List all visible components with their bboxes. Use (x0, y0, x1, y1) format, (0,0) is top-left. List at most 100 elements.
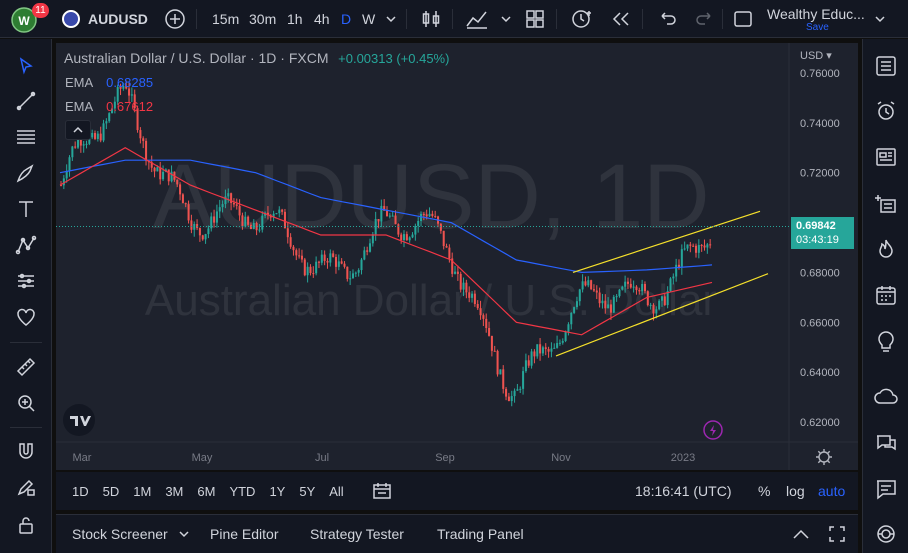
candle-body (227, 193, 230, 197)
candle-body (130, 94, 133, 96)
auto-toggle[interactable]: auto (818, 483, 845, 499)
percent-toggle[interactable]: % (758, 483, 770, 499)
calendar-range-icon[interactable] (372, 481, 392, 501)
gear-icon[interactable] (816, 449, 832, 465)
fire-icon[interactable] (872, 235, 900, 263)
candle-body (309, 266, 312, 274)
candle-body (286, 228, 289, 238)
price-chart[interactable]: AUDUSD, 1D Australian Dollar / U.S. Doll… (56, 43, 858, 470)
candle-body (85, 143, 88, 145)
candle-body (669, 278, 672, 292)
legend-title[interactable]: Australian Dollar / U.S. Dollar · 1D · F… (64, 50, 329, 66)
layout-name[interactable]: Wealthy Educ... (767, 6, 865, 22)
calendar-icon[interactable] (872, 281, 900, 309)
redo-icon[interactable] (694, 0, 716, 38)
range-1m[interactable]: 1M (133, 484, 151, 499)
candle-body (315, 261, 318, 274)
help-icon[interactable] (872, 520, 900, 548)
candle-body (442, 230, 445, 247)
pencil-lock-icon[interactable] (12, 473, 40, 501)
utc-clock[interactable]: 18:16:41 (UTC) (635, 483, 731, 499)
collapse-legend-button[interactable] (65, 120, 91, 140)
tab-strategy-tester[interactable]: Strategy Tester (310, 515, 404, 553)
chevron-down-icon[interactable] (385, 0, 397, 38)
interval-15m[interactable]: 15m (212, 0, 239, 38)
interval-30m[interactable]: 30m (249, 0, 276, 38)
compare-icon[interactable] (164, 0, 186, 38)
ema-legend-2[interactable]: EMA 0.67612 (65, 99, 153, 114)
candle-body (575, 301, 578, 308)
lock-icon[interactable] (12, 511, 40, 539)
range-ytd[interactable]: YTD (229, 484, 255, 499)
trend-line-icon[interactable] (12, 87, 40, 115)
save-label[interactable]: Save (806, 22, 829, 33)
range-1d[interactable]: 1D (72, 484, 89, 499)
zoom-in-icon[interactable] (12, 389, 40, 417)
fib-icon[interactable] (12, 123, 40, 151)
range-1y[interactable]: 1Y (269, 484, 285, 499)
candle-body (190, 220, 193, 230)
chevron-down-icon[interactable] (500, 0, 512, 38)
candle-body (615, 296, 618, 298)
magnet-icon[interactable] (12, 437, 40, 465)
interval-w[interactable]: W (362, 0, 375, 38)
interval-4h[interactable]: 4h (314, 0, 330, 38)
candle-body (371, 234, 374, 244)
heart-icon[interactable] (12, 303, 40, 331)
interval-d[interactable]: D (341, 0, 351, 38)
add-list-icon[interactable] (872, 189, 900, 217)
candle-body (71, 146, 74, 158)
ema-label: EMA (65, 99, 93, 114)
log-toggle[interactable]: log (786, 483, 805, 499)
news-icon[interactable] (872, 143, 900, 171)
cursor-icon[interactable] (12, 52, 40, 80)
candle-body (411, 234, 414, 238)
indicators-icon[interactable] (465, 0, 489, 38)
tab-pine-editor[interactable]: Pine Editor (210, 515, 278, 553)
tab-trading-panel[interactable]: Trading Panel (437, 515, 524, 553)
ema-legend-1[interactable]: EMA 0.68285 (65, 75, 153, 90)
alarm-clock-icon[interactable] (872, 97, 900, 125)
pattern-icon[interactable] (12, 231, 40, 259)
chart-pane[interactable]: AUDUSD, 1D Australian Dollar / U.S. Doll… (56, 43, 858, 470)
interval-1h[interactable]: 1h (287, 0, 303, 38)
symbol-search-button[interactable]: AUDUSD (62, 0, 148, 38)
currency-selector[interactable]: USD ▾ (800, 49, 832, 62)
candle-body (502, 369, 505, 389)
text-icon[interactable] (12, 195, 40, 223)
brush-icon[interactable] (12, 159, 40, 187)
ruler-icon[interactable] (12, 353, 40, 381)
range-5y[interactable]: 5Y (299, 484, 315, 499)
fullscreen-icon[interactable] (732, 0, 754, 38)
lightbulb-icon[interactable] (872, 327, 900, 355)
message-icon[interactable] (872, 475, 900, 503)
tradingview-logo-icon[interactable] (63, 404, 95, 436)
candle-body (513, 390, 516, 397)
range-all[interactable]: All (329, 484, 343, 499)
prediction-icon[interactable] (12, 267, 40, 295)
cloud-icon[interactable] (872, 383, 900, 411)
chevron-up-icon[interactable] (792, 515, 810, 553)
layout-grid-icon[interactable] (524, 0, 546, 38)
candle-body (300, 255, 303, 260)
candles-icon[interactable] (420, 0, 442, 38)
lightning-icon[interactable] (703, 420, 723, 440)
maximize-icon[interactable] (828, 515, 846, 553)
alert-icon[interactable] (570, 0, 594, 38)
range-6m[interactable]: 6M (197, 484, 215, 499)
candle-body (261, 215, 264, 230)
tab-stock-screener[interactable]: Stock Screener (72, 515, 190, 553)
svg-text:W: W (18, 14, 30, 28)
watchlist-icon[interactable] (872, 52, 900, 80)
range-3m[interactable]: 3M (165, 484, 183, 499)
chevron-down-icon[interactable] (874, 0, 886, 38)
replay-icon[interactable] (610, 0, 632, 38)
range-5d[interactable]: 5D (103, 484, 120, 499)
undo-icon[interactable] (656, 0, 678, 38)
chat-icon[interactable] (872, 429, 900, 457)
price-tick-label: 0.74000 (800, 118, 840, 130)
candle-body (244, 216, 247, 227)
candle-body (465, 282, 468, 293)
price-tick-label: 0.72000 (800, 168, 840, 180)
candle-body (672, 276, 675, 279)
